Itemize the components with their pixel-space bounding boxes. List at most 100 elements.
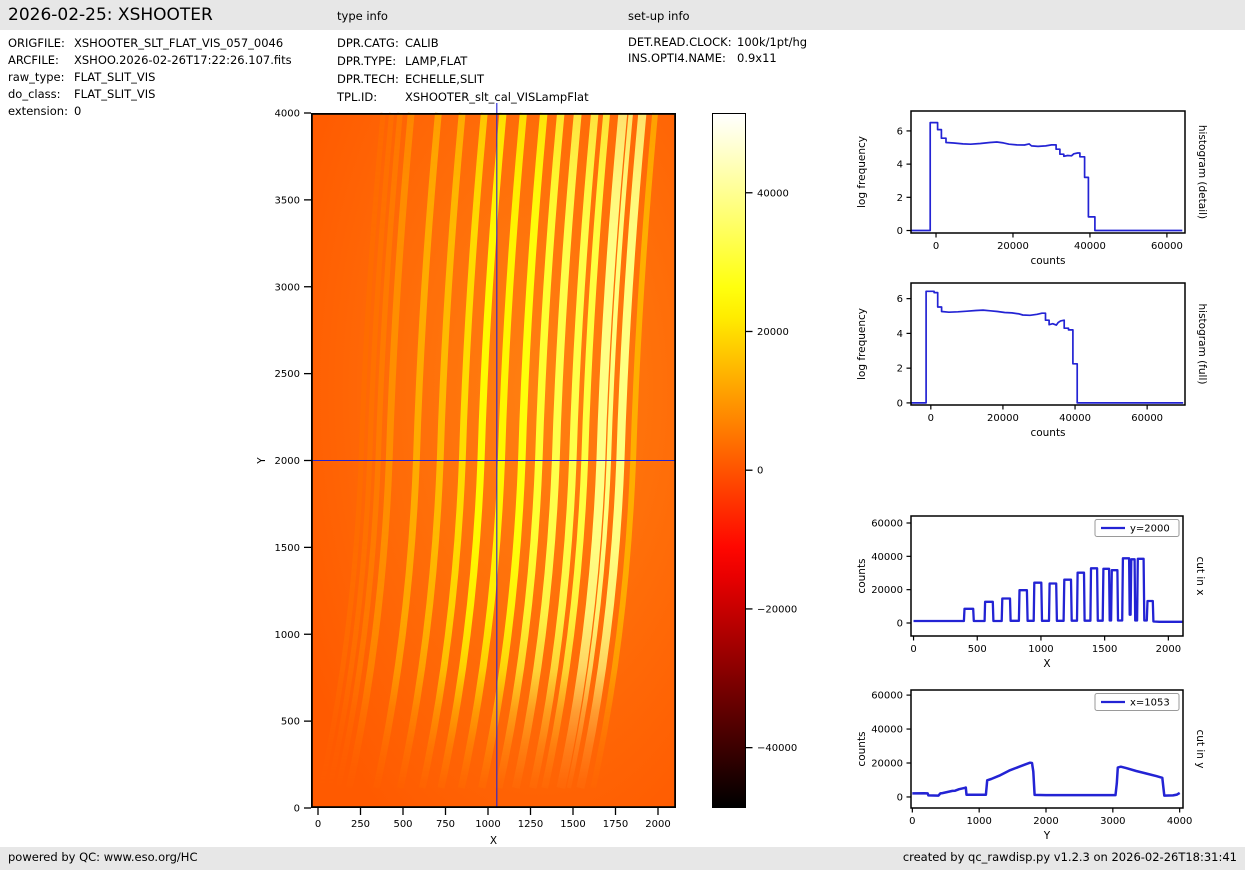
svg-text:−40000: −40000 — [757, 743, 797, 754]
svg-text:2500: 2500 — [275, 369, 300, 380]
svg-text:3500: 3500 — [275, 195, 300, 206]
svg-text:y=2000: y=2000 — [1130, 524, 1170, 535]
svg-text:counts: counts — [1030, 427, 1065, 439]
svg-text:histogram (detail): histogram (detail) — [1196, 125, 1208, 219]
svg-text:20000: 20000 — [757, 327, 789, 338]
svg-text:2: 2 — [897, 364, 903, 375]
svg-text:Y: Y — [256, 457, 268, 465]
svg-text:500: 500 — [393, 819, 412, 830]
svg-text:20000: 20000 — [871, 585, 903, 596]
file-info-value: FLAT_SLIT_VIS — [74, 87, 156, 101]
svg-text:cut in x: cut in x — [1194, 556, 1206, 595]
file-info-value: 0 — [74, 104, 82, 118]
svg-text:2000: 2000 — [645, 819, 670, 830]
svg-text:0: 0 — [315, 819, 321, 830]
qc-report-page: 2026-02-25: XSHOOTER type info set-up in… — [0, 0, 1245, 870]
footer-created-by: created by qc_rawdisp.py v1.2.3 on 2026-… — [902, 850, 1237, 864]
type-info-value: ECHELLE,SLIT — [405, 72, 485, 86]
svg-text:40000: 40000 — [871, 552, 903, 563]
file-info-label: ORIGFILE: — [8, 36, 65, 50]
setup-info-value: 100k/1pt/hg — [737, 35, 808, 49]
svg-text:40000: 40000 — [757, 188, 789, 199]
svg-text:log frequency: log frequency — [856, 308, 868, 380]
svg-text:1500: 1500 — [560, 819, 585, 830]
svg-text:0: 0 — [897, 226, 903, 237]
svg-text:0: 0 — [928, 413, 934, 424]
svg-text:4000: 4000 — [1167, 816, 1192, 827]
setup-info-header: set-up info — [628, 9, 690, 23]
setup-info-label: DET.READ.CLOCK: — [628, 35, 732, 49]
svg-text:6: 6 — [897, 126, 903, 137]
svg-text:0: 0 — [910, 644, 916, 655]
type-info-label: DPR.TYPE: — [337, 54, 397, 68]
svg-text:40000: 40000 — [871, 725, 903, 736]
file-info-label: extension: — [8, 104, 68, 118]
svg-text:0: 0 — [294, 804, 300, 815]
svg-text:3000: 3000 — [1100, 816, 1125, 827]
svg-text:40000: 40000 — [1059, 413, 1091, 424]
svg-text:−20000: −20000 — [757, 604, 797, 615]
svg-text:counts: counts — [1030, 255, 1065, 267]
svg-text:1500: 1500 — [1092, 644, 1117, 655]
setup-info-value: 0.9x11 — [737, 51, 777, 65]
svg-text:x=1053: x=1053 — [1130, 698, 1170, 709]
svg-text:1750: 1750 — [603, 819, 628, 830]
svg-text:1000: 1000 — [1028, 644, 1053, 655]
type-info-value: CALIB — [405, 36, 439, 50]
svg-text:750: 750 — [436, 819, 455, 830]
svg-text:20000: 20000 — [871, 759, 903, 770]
file-info-value: FLAT_SLIT_VIS — [74, 70, 156, 84]
svg-text:X: X — [490, 835, 497, 847]
type-info-header: type info — [337, 9, 388, 23]
svg-text:counts: counts — [856, 731, 868, 766]
type-info-value: LAMP,FLAT — [405, 54, 468, 68]
svg-text:0: 0 — [897, 792, 903, 803]
footer-powered-by: powered by QC: www.eso.org/HC — [8, 850, 198, 864]
svg-text:250: 250 — [351, 819, 370, 830]
svg-text:4000: 4000 — [275, 109, 300, 120]
svg-text:500: 500 — [968, 644, 987, 655]
svg-text:0: 0 — [933, 241, 939, 252]
svg-text:0: 0 — [897, 398, 903, 409]
histogram-full-plot: 0 20000 40000 60000 0 2 4 6 counts log frequency h… — [856, 282, 1208, 439]
svg-text:60000: 60000 — [1151, 241, 1183, 252]
svg-text:log frequency: log frequency — [856, 136, 868, 208]
svg-text:0: 0 — [757, 466, 763, 477]
svg-text:4: 4 — [897, 160, 903, 171]
svg-text:20000: 20000 — [997, 241, 1029, 252]
cut-in-y-plot: 0 1000 2000 3000 40000200004000060000Ycounts… — [856, 689, 1206, 842]
type-info-label: DPR.TECH: — [337, 72, 399, 86]
svg-text:1250: 1250 — [518, 819, 543, 830]
file-info-label: do_class: — [8, 87, 61, 101]
svg-text:60000: 60000 — [871, 691, 903, 702]
svg-text:2000: 2000 — [1156, 644, 1181, 655]
svg-text:60000: 60000 — [871, 519, 903, 530]
svg-text:1000: 1000 — [275, 630, 300, 641]
svg-text:500: 500 — [281, 717, 300, 728]
svg-text:2000: 2000 — [275, 456, 300, 467]
svg-text:histogram (full): histogram (full) — [1196, 304, 1208, 385]
svg-text:2000: 2000 — [1033, 816, 1058, 827]
histogram-detail-plot: 0 20000 40000 60000 0 2 4 6 counts log frequency h… — [856, 110, 1208, 267]
svg-text:6: 6 — [897, 294, 903, 305]
file-info-value: XSHOO.2026-02-26T17:22:26.107.fits — [74, 53, 292, 67]
svg-text:0: 0 — [909, 816, 915, 827]
file-info-label: ARCFILE: — [8, 53, 59, 67]
svg-text:cut in y: cut in y — [1194, 729, 1206, 768]
file-info-value: XSHOOTER_SLT_FLAT_VIS_057_0046 — [74, 36, 284, 50]
svg-text:20000: 20000 — [987, 413, 1019, 424]
svg-text:2: 2 — [897, 193, 903, 204]
svg-text:1000: 1000 — [475, 819, 500, 830]
page-title: 2026-02-25: XSHOOTER — [8, 5, 213, 25]
svg-text:counts: counts — [856, 558, 868, 593]
svg-text:1500: 1500 — [275, 543, 300, 554]
svg-text:1000: 1000 — [966, 816, 991, 827]
type-info-label: DPR.CATG: — [337, 36, 399, 50]
svg-text:0: 0 — [897, 619, 903, 630]
svg-text:3000: 3000 — [275, 282, 300, 293]
svg-text:Y: Y — [1043, 830, 1051, 842]
file-info-label: raw_type: — [8, 70, 65, 84]
svg-text:4: 4 — [897, 329, 903, 340]
detector-image-axes: 050010001500200025003000350040000 250 500 7… — [256, 109, 797, 848]
cut-in-x-plot: 0 500 1000 1500 20000200004000060000Xcounts c… — [856, 515, 1206, 670]
